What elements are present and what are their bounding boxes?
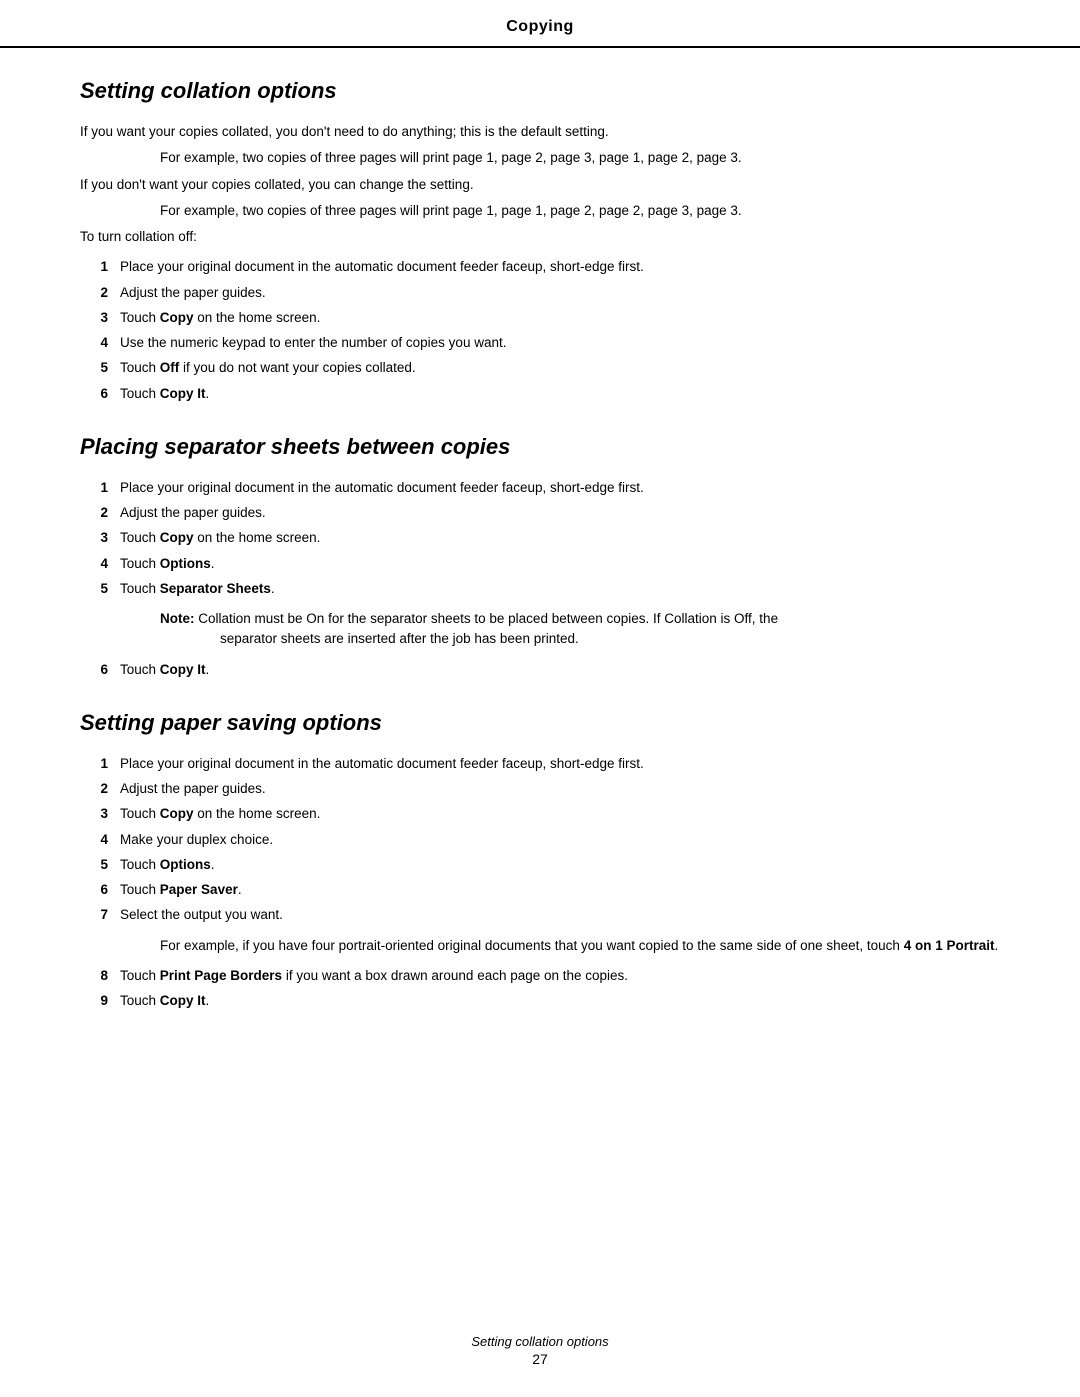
footer-text: Setting collation options	[0, 1334, 1080, 1349]
section-heading-paper-saving: Setting paper saving options	[80, 710, 1000, 736]
list-item: 4 Touch Options.	[80, 554, 1000, 574]
step-content: Touch Print Page Borders if you want a b…	[120, 966, 1000, 986]
intro-p1: If you want your copies collated, you do…	[80, 122, 1000, 142]
step-content: Place your original document in the auto…	[120, 478, 1000, 498]
list-item: 3 Touch Copy on the home screen.	[80, 308, 1000, 328]
step-number: 1	[80, 478, 120, 498]
step-content: Touch Options.	[120, 554, 1000, 574]
step-content: Adjust the paper guides.	[120, 503, 1000, 523]
list-item: 5 Touch Separator Sheets.	[80, 579, 1000, 599]
step-number: 2	[80, 283, 120, 303]
step-content: Touch Copy on the home screen.	[120, 308, 1000, 328]
section-heading-separator: Placing separator sheets between copies	[80, 434, 1000, 460]
list-item: 1 Place your original document in the au…	[80, 754, 1000, 774]
page-header: Copying	[0, 0, 1080, 48]
step-number: 2	[80, 503, 120, 523]
step-content: Touch Options.	[120, 855, 1000, 875]
list-item: 6 Touch Copy It.	[80, 384, 1000, 404]
paper-saving-steps-continued: 8 Touch Print Page Borders if you want a…	[80, 966, 1000, 1012]
intro-p2: For example, two copies of three pages w…	[160, 148, 1000, 168]
footer-page-number: 27	[0, 1351, 1080, 1367]
intro-p5: To turn collation off:	[80, 227, 1000, 247]
step-number: 2	[80, 779, 120, 799]
content-area: Setting collation options If you want yo…	[0, 78, 1080, 1011]
step-content: Touch Copy on the home screen.	[120, 528, 1000, 548]
step-number: 4	[80, 554, 120, 574]
note-text-continued: separator sheets are inserted after the …	[220, 629, 1000, 649]
step-number: 3	[80, 308, 120, 328]
step-content: Touch Copy It.	[120, 384, 1000, 404]
paper-saving-example: For example, if you have four portrait-o…	[160, 936, 1000, 956]
section-heading-collation: Setting collation options	[80, 78, 1000, 104]
step-content: Touch Paper Saver.	[120, 880, 1000, 900]
step-content: Place your original document in the auto…	[120, 754, 1000, 774]
step-content: Make your duplex choice.	[120, 830, 1000, 850]
intro-p3: If you don't want your copies collated, …	[80, 175, 1000, 195]
step-content: Use the numeric keypad to enter the numb…	[120, 333, 1000, 353]
section-paper-saving: Setting paper saving options 1 Place you…	[80, 710, 1000, 1012]
list-item: 6 Touch Copy It.	[80, 660, 1000, 680]
section-separator-sheets: Placing separator sheets between copies …	[80, 434, 1000, 680]
step-number: 6	[80, 384, 120, 404]
list-item: 2 Adjust the paper guides.	[80, 503, 1000, 523]
step-number: 4	[80, 830, 120, 850]
note-block: Note: Collation must be On for the separ…	[160, 609, 1000, 650]
step-number: 1	[80, 257, 120, 277]
step-content: Adjust the paper guides.	[120, 283, 1000, 303]
step-number: 4	[80, 333, 120, 353]
step-content: Place your original document in the auto…	[120, 257, 1000, 277]
step-number: 9	[80, 991, 120, 1011]
step-content: Touch Off if you do not want your copies…	[120, 358, 1000, 378]
list-item: 8 Touch Print Page Borders if you want a…	[80, 966, 1000, 986]
step-content: Select the output you want.	[120, 905, 1000, 925]
list-item: 5 Touch Off if you do not want your copi…	[80, 358, 1000, 378]
list-item: 4 Use the numeric keypad to enter the nu…	[80, 333, 1000, 353]
list-item: 6 Touch Paper Saver.	[80, 880, 1000, 900]
page-container: Copying Setting collation options If you…	[0, 0, 1080, 1397]
step-content: Adjust the paper guides.	[120, 779, 1000, 799]
header-title: Copying	[506, 18, 574, 35]
step-number: 3	[80, 528, 120, 548]
separator-steps-list-continued: 6 Touch Copy It.	[80, 660, 1000, 680]
list-item: 7 Select the output you want.	[80, 905, 1000, 925]
intro-p4: For example, two copies of three pages w…	[160, 201, 1000, 221]
collation-steps-list: 1 Place your original document in the au…	[80, 257, 1000, 404]
separator-steps-list: 1 Place your original document in the au…	[80, 478, 1000, 599]
list-item: 3 Touch Copy on the home screen.	[80, 804, 1000, 824]
step-content: Touch Copy It.	[120, 660, 1000, 680]
step-content: Touch Separator Sheets.	[120, 579, 1000, 599]
paper-saving-steps-list: 1 Place your original document in the au…	[80, 754, 1000, 926]
step-number: 6	[80, 660, 120, 680]
list-item: 3 Touch Copy on the home screen.	[80, 528, 1000, 548]
note-text: Note: Collation must be On for the separ…	[160, 609, 1000, 629]
step-content: Touch Copy It.	[120, 991, 1000, 1011]
list-item: 4 Make your duplex choice.	[80, 830, 1000, 850]
step-number: 3	[80, 804, 120, 824]
step-number: 5	[80, 579, 120, 599]
step-number: 5	[80, 855, 120, 875]
list-item: 9 Touch Copy It.	[80, 991, 1000, 1011]
step-number: 8	[80, 966, 120, 986]
list-item: 1 Place your original document in the au…	[80, 478, 1000, 498]
step-number: 5	[80, 358, 120, 378]
step-number: 1	[80, 754, 120, 774]
step-number: 6	[80, 880, 120, 900]
page-footer: Setting collation options 27	[0, 1334, 1080, 1367]
list-item: 1 Place your original document in the au…	[80, 257, 1000, 277]
section-collation: Setting collation options If you want yo…	[80, 78, 1000, 404]
list-item: 2 Adjust the paper guides.	[80, 779, 1000, 799]
step-number: 7	[80, 905, 120, 925]
list-item: 5 Touch Options.	[80, 855, 1000, 875]
step-content: Touch Copy on the home screen.	[120, 804, 1000, 824]
list-item: 2 Adjust the paper guides.	[80, 283, 1000, 303]
